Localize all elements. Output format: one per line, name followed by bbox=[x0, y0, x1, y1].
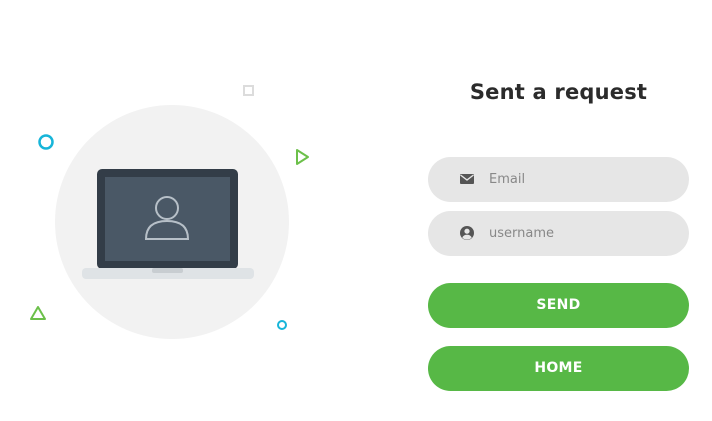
decor-small-circle-icon bbox=[277, 320, 287, 330]
illustration bbox=[0, 0, 340, 421]
send-button[interactable]: SEND bbox=[428, 283, 689, 328]
email-field[interactable] bbox=[428, 157, 689, 202]
username-input[interactable] bbox=[489, 211, 669, 256]
page-title: Sent a request bbox=[469, 80, 648, 104]
decor-circle-icon bbox=[38, 134, 54, 150]
email-input[interactable] bbox=[489, 157, 669, 202]
laptop-icon bbox=[82, 169, 254, 279]
decor-play-triangle-icon bbox=[296, 149, 309, 165]
decor-square-icon bbox=[243, 85, 254, 96]
username-field[interactable] bbox=[428, 211, 689, 256]
envelope-icon bbox=[460, 174, 474, 184]
laptop-illustration bbox=[30, 85, 309, 339]
home-button[interactable]: HOME bbox=[428, 346, 689, 391]
request-page: Sent a request SEND HOME bbox=[0, 0, 712, 421]
user-circle-icon bbox=[460, 226, 474, 240]
decor-triangle-icon bbox=[30, 306, 46, 320]
